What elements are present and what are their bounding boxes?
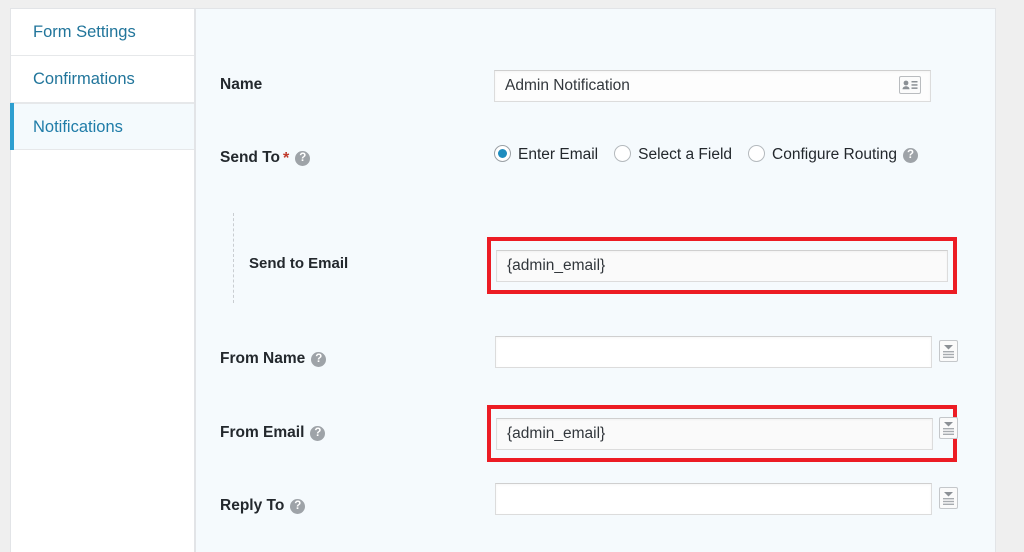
send-to-label: Send To *? xyxy=(220,149,311,168)
radio-label: Enter Email xyxy=(518,146,599,163)
sidebar-item-label: Confirmations xyxy=(33,70,135,88)
help-icon[interactable]: ? xyxy=(311,352,327,367)
sidebar-item-confirmations[interactable]: Confirmations xyxy=(11,56,194,103)
from-name-input[interactable] xyxy=(495,336,932,368)
help-icon[interactable]: ? xyxy=(310,426,326,441)
sidebar-item-notifications[interactable]: Notifications xyxy=(10,103,194,150)
merge-tag-icon[interactable] xyxy=(939,487,958,509)
sidebar-item-label: Notifications xyxy=(33,118,123,136)
radio-label: Configure Routing xyxy=(772,146,897,163)
notification-settings-screen: Form Settings Confirmations Notification… xyxy=(0,0,1024,552)
name-label: Name xyxy=(220,76,263,93)
help-icon[interactable]: ? xyxy=(295,151,311,166)
required-asterisk: * xyxy=(283,150,290,167)
radio-select-a-field[interactable] xyxy=(614,145,632,162)
name-input[interactable] xyxy=(494,70,931,102)
radio-enter-email[interactable] xyxy=(494,145,511,162)
sidebar-empty-area xyxy=(11,150,194,210)
contact-card-glyph xyxy=(902,80,918,90)
merge-tag-glyph xyxy=(943,492,954,505)
merge-tag-icon[interactable] xyxy=(939,340,958,362)
from-name-label: From Name? xyxy=(220,350,327,368)
merge-tag-glyph xyxy=(943,345,954,358)
indent-guide xyxy=(233,213,234,303)
from-email-label: From Email? xyxy=(220,424,326,442)
merge-tag-glyph xyxy=(943,422,954,435)
send-to-radio-group: Enter Email Select a Field Configure Rou… xyxy=(494,142,974,167)
radio-option-enter-email[interactable]: Enter Email xyxy=(494,142,598,167)
reply-to-input[interactable] xyxy=(495,483,932,515)
radio-option-select-a-field[interactable]: Select a Field xyxy=(614,142,732,167)
notification-form-panel: Name Send To*? Enter Email Select a Fiel… xyxy=(195,8,996,552)
radio-configure-routing[interactable] xyxy=(748,145,766,162)
help-icon[interactable]: ? xyxy=(903,148,918,163)
help-icon[interactable]: ? xyxy=(290,499,306,514)
send-to-email-input[interactable] xyxy=(496,250,948,282)
contact-card-icon[interactable] xyxy=(899,76,921,94)
settings-sidebar: Form Settings Confirmations Notification… xyxy=(10,8,195,552)
reply-to-label: Reply To? xyxy=(220,497,306,515)
sidebar-item-form-settings[interactable]: Form Settings xyxy=(11,9,194,56)
radio-option-configure-routing[interactable]: Configure Routing? xyxy=(748,142,918,167)
merge-tag-icon[interactable] xyxy=(939,417,958,439)
radio-label: Select a Field xyxy=(638,146,733,163)
from-email-input[interactable] xyxy=(496,418,933,450)
send-to-email-label: Send to Email xyxy=(249,255,349,272)
sidebar-item-label: Form Settings xyxy=(33,23,136,41)
